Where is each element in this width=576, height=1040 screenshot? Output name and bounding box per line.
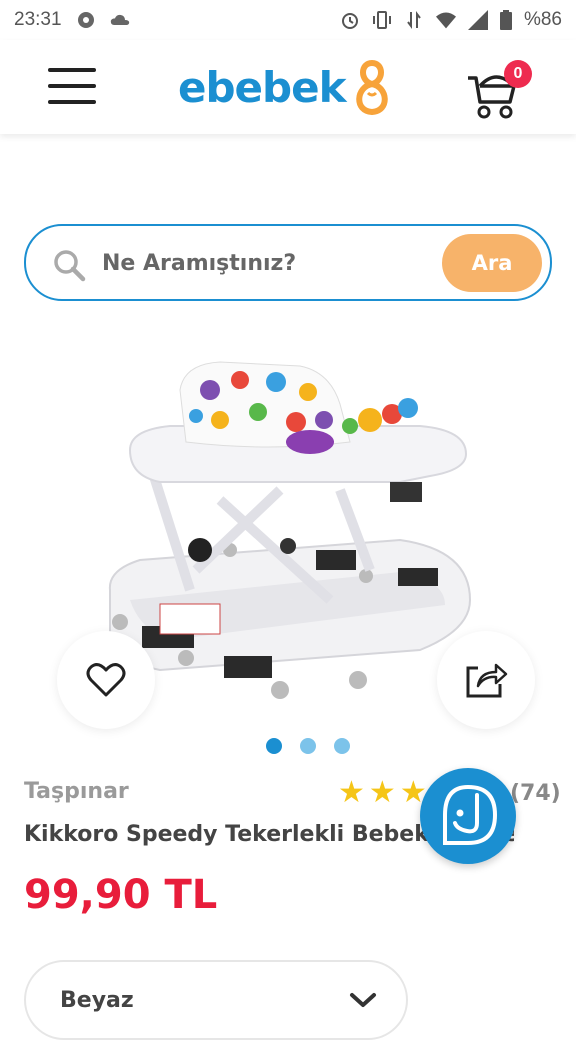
- star-icon: ★: [368, 776, 396, 809]
- logo-mark-icon: [355, 59, 388, 116]
- alarm-icon: [341, 13, 358, 29]
- vibrate-icon: [372, 11, 391, 29]
- battery-level: %86: [523, 9, 562, 30]
- data-icon: [407, 11, 421, 29]
- product-price: 99,90 TL: [24, 872, 218, 918]
- favorite-button[interactable]: [57, 631, 155, 729]
- search-input[interactable]: [102, 242, 432, 284]
- logo-text: ebebek: [178, 62, 347, 112]
- search-icon: [54, 250, 86, 282]
- notification-icon: [77, 12, 94, 28]
- cart-count-badge: 0: [504, 60, 532, 88]
- status-time: 23:31: [14, 9, 62, 30]
- variant-selected-value: Beyaz: [60, 988, 134, 1013]
- product-image[interactable]: [100, 350, 480, 710]
- share-icon: [466, 663, 508, 698]
- header: ebebek 0: [0, 40, 576, 134]
- carousel-dots: [266, 738, 350, 754]
- review-count[interactable]: (74): [510, 781, 561, 806]
- ebebek-logo[interactable]: ebebek: [178, 56, 400, 118]
- carousel-dot[interactable]: [334, 738, 350, 754]
- status-bar: 23:31 %86: [0, 0, 576, 40]
- chevron-down-icon: [350, 993, 376, 1007]
- product-brand[interactable]: Taşpınar: [24, 779, 129, 804]
- chat-assistant-button[interactable]: [420, 768, 516, 864]
- chat-face-icon: [443, 784, 498, 845]
- search-button[interactable]: Ara: [442, 234, 542, 292]
- star-icon: ★: [338, 776, 365, 809]
- carousel-dot[interactable]: [300, 738, 316, 754]
- carousel-dot[interactable]: [266, 738, 282, 754]
- cart-button[interactable]: 0: [466, 60, 536, 122]
- signal-icon: [467, 10, 488, 30]
- menu-icon[interactable]: [48, 68, 96, 106]
- battery-icon: [499, 10, 512, 30]
- color-variant-select[interactable]: Beyaz: [24, 960, 408, 1040]
- heart-icon: [86, 663, 126, 697]
- cloud-icon: [110, 14, 129, 25]
- wifi-icon: [435, 12, 456, 29]
- share-button[interactable]: [437, 631, 535, 729]
- search-bar: Ara: [24, 224, 552, 301]
